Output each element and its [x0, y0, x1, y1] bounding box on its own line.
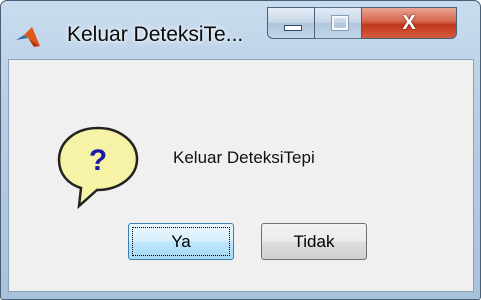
no-button-label: Tidak: [293, 231, 335, 251]
minimize-icon: [284, 25, 302, 31]
dialog-message: Keluar DeteksiTepi: [173, 148, 315, 167]
close-icon: X: [402, 12, 416, 34]
matlab-icon: [16, 27, 40, 47]
dialog-window: Keluar DeteksiTe... X ? Keluar DeteksiTe…: [0, 0, 481, 300]
dialog-body: ? Keluar DeteksiTepi Ya Tidak: [8, 59, 474, 292]
yes-button-label: Ya: [171, 231, 191, 251]
title-bar[interactable]: Keluar DeteksiTe... X: [1, 1, 480, 59]
minimize-button[interactable]: [267, 7, 315, 39]
yes-button[interactable]: Ya: [128, 223, 234, 260]
maximize-icon: [331, 15, 349, 31]
question-icon: ?: [57, 126, 139, 210]
window-title: Keluar DeteksiTe...: [67, 23, 244, 46]
question-mark: ?: [89, 144, 107, 177]
no-button[interactable]: Tidak: [261, 223, 367, 260]
close-button[interactable]: X: [361, 7, 457, 39]
maximize-button[interactable]: [314, 7, 362, 39]
